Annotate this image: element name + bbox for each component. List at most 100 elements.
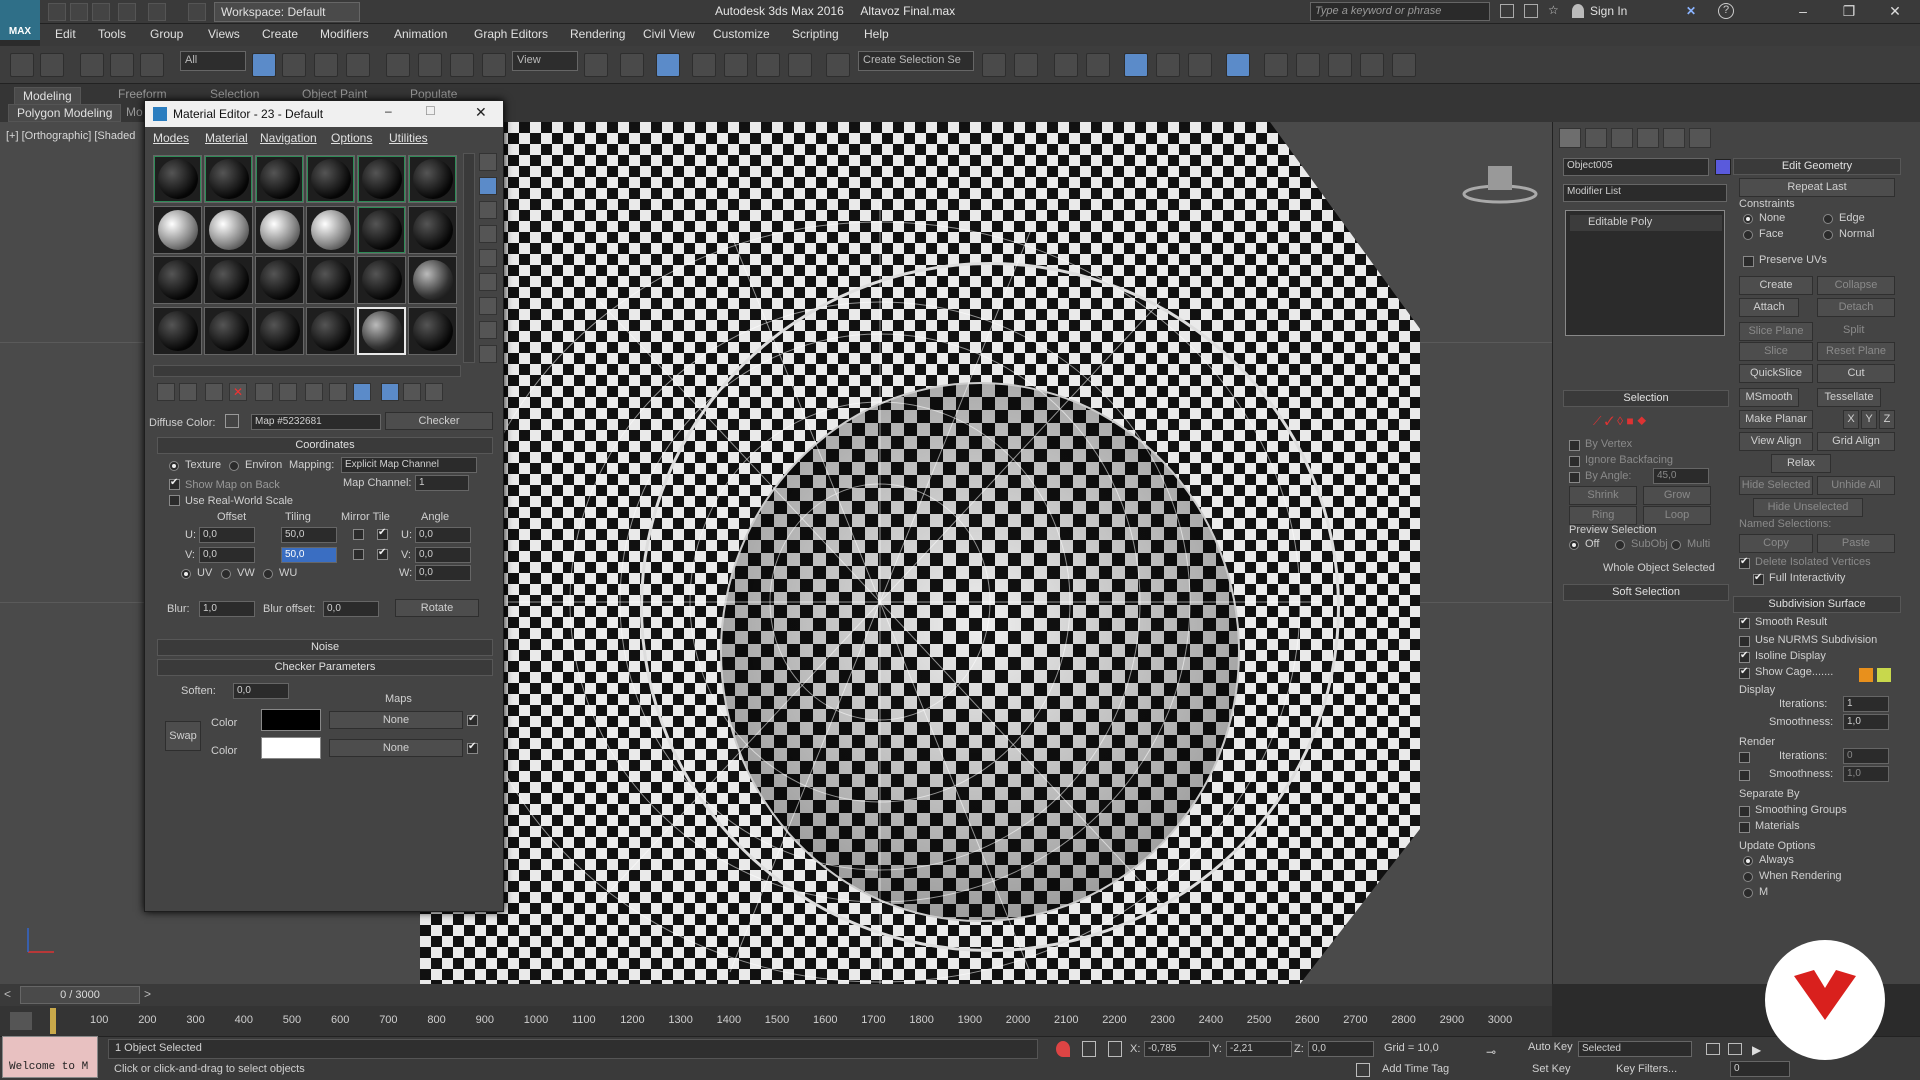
- close-button[interactable]: ✕: [1872, 0, 1918, 24]
- subdivision-surface-rollout-header[interactable]: Subdivision Surface: [1733, 596, 1901, 613]
- ribbon-tab-populate[interactable]: Populate: [410, 87, 457, 101]
- curve-editor-icon[interactable]: [1156, 53, 1180, 77]
- undo-icon[interactable]: [118, 3, 136, 21]
- toggle-scene-explorer-icon[interactable]: [1054, 53, 1078, 77]
- v-tiling-spinner[interactable]: 50,0: [281, 547, 337, 563]
- preserve-uvs-checkbox[interactable]: [1743, 256, 1754, 267]
- v-tile-checkbox[interactable]: [377, 547, 388, 560]
- coordinates-rollout-header[interactable]: Coordinates: [157, 437, 493, 454]
- snaps-toggle-icon[interactable]: [692, 53, 716, 77]
- time-slider[interactable]: < 0 / 3000 >: [0, 984, 1552, 1006]
- maximize-button[interactable]: ☐: [425, 104, 436, 118]
- play-icon[interactable]: ▶: [1752, 1043, 1761, 1057]
- y-coordinate-field[interactable]: -2,21: [1226, 1041, 1292, 1057]
- angle-spinner[interactable]: 45,0: [1653, 468, 1709, 484]
- redo-icon[interactable]: [40, 53, 64, 77]
- selection-filter-dropdown[interactable]: All: [180, 51, 246, 71]
- maxscript-listener[interactable]: Welcome to M: [2, 1036, 98, 1078]
- update-manually-radio[interactable]: [1743, 888, 1753, 898]
- create-button[interactable]: Create: [1739, 276, 1813, 295]
- menu-views[interactable]: Views: [208, 27, 240, 41]
- z-coordinate-field[interactable]: 0,0: [1308, 1041, 1374, 1057]
- subscription-icon[interactable]: [1524, 4, 1538, 18]
- color2-map-button[interactable]: None: [329, 739, 463, 757]
- hide-selected-button[interactable]: Hide Selected: [1739, 476, 1813, 495]
- viewport-label[interactable]: [+] [Orthographic] [Shaded: [6, 130, 135, 142]
- key-filters-button[interactable]: Key Filters...: [1616, 1063, 1677, 1075]
- assign-material-icon[interactable]: [205, 383, 223, 401]
- w-angle-spinner[interactable]: 0,0: [415, 565, 471, 581]
- sample-slot[interactable]: [204, 155, 253, 203]
- grid-align-button[interactable]: Grid Align: [1817, 432, 1895, 451]
- named-selection-dropdown[interactable]: Create Selection Se: [858, 51, 974, 71]
- color1-swatch[interactable]: [261, 709, 321, 731]
- grow-button[interactable]: Grow: [1643, 486, 1711, 505]
- delete-isolated-checkbox[interactable]: [1739, 556, 1750, 569]
- blur-offset-spinner[interactable]: 0,0: [323, 601, 379, 617]
- project-folder-icon[interactable]: [188, 3, 206, 21]
- menu-rendering[interactable]: Rendering: [570, 27, 625, 41]
- keyboard-shortcut-override-icon[interactable]: [656, 53, 680, 77]
- checker-parameters-rollout-header[interactable]: Checker Parameters: [157, 659, 493, 676]
- sample-slot[interactable]: [153, 256, 202, 304]
- stack-item[interactable]: Editable Poly: [1570, 215, 1722, 231]
- menu-modifiers[interactable]: Modifiers: [320, 27, 369, 41]
- move-icon[interactable]: [386, 53, 410, 77]
- modifier-list-dropdown[interactable]: Modifier List: [1563, 184, 1727, 202]
- select-by-material-icon[interactable]: [479, 321, 497, 339]
- undo-icon[interactable]: [10, 53, 34, 77]
- constraint-edge-radio[interactable]: [1823, 214, 1833, 224]
- slice-button[interactable]: Slice: [1739, 342, 1813, 361]
- u-angle-spinner[interactable]: 0,0: [415, 527, 471, 543]
- current-frame-field[interactable]: 0: [1730, 1061, 1790, 1077]
- render-smoothness-checkbox[interactable]: [1739, 770, 1750, 781]
- reset-plane-button[interactable]: Reset Plane: [1817, 342, 1895, 361]
- link-icon[interactable]: [80, 53, 104, 77]
- auto-key-button[interactable]: Auto Key: [1528, 1041, 1573, 1053]
- environ-radio[interactable]: [229, 461, 239, 471]
- edit-geometry-rollout-header[interactable]: Edit Geometry: [1733, 158, 1901, 175]
- object-name-field[interactable]: Object005: [1563, 158, 1709, 176]
- spinner-snap-icon[interactable]: [788, 53, 812, 77]
- update-when-rendering-radio[interactable]: [1743, 872, 1753, 882]
- sample-slot[interactable]: [153, 306, 202, 355]
- ribbon-tab-modeling[interactable]: Modeling: [14, 87, 81, 105]
- search-input[interactable]: Type a keyword or phrase: [1310, 2, 1490, 21]
- menu-graph-editors[interactable]: Graph Editors: [474, 27, 548, 41]
- uv-radio[interactable]: [181, 569, 191, 579]
- put-material-to-scene-icon[interactable]: [179, 383, 197, 401]
- menu-material[interactable]: Material: [205, 131, 248, 145]
- material-editor-window[interactable]: Material Editor - 23 - Default – ☐ ✕ Mod…: [144, 100, 504, 912]
- relax-button[interactable]: Relax: [1771, 454, 1831, 473]
- toggle-ribbon-icon[interactable]: [1124, 53, 1148, 77]
- ring-button[interactable]: Ring: [1569, 506, 1637, 525]
- help-icon[interactable]: ?: [1718, 3, 1734, 19]
- loop-button[interactable]: Loop: [1643, 506, 1711, 525]
- favorites-star-icon[interactable]: ☆: [1548, 3, 1559, 17]
- sample-slot[interactable]: [408, 155, 457, 203]
- sample-slot[interactable]: [255, 155, 304, 203]
- sample-slot[interactable]: [204, 306, 253, 355]
- ribbon-panel-polygon-modeling[interactable]: Polygon Modeling: [8, 104, 122, 122]
- detach-button[interactable]: Detach: [1817, 298, 1895, 317]
- object-color-swatch[interactable]: [1715, 159, 1731, 175]
- select-object-icon[interactable]: [252, 53, 276, 77]
- attach-button[interactable]: Attach: [1739, 298, 1799, 317]
- update-always-radio[interactable]: [1743, 856, 1753, 866]
- save-file-icon[interactable]: [92, 3, 110, 21]
- sample-slot[interactable]: [306, 306, 355, 355]
- redo-icon[interactable]: [148, 3, 166, 21]
- ribbon-panel-modify[interactable]: Mo: [126, 105, 143, 119]
- go-forward-to-sibling-icon[interactable]: [403, 383, 421, 401]
- show-end-result-icon[interactable]: [353, 383, 371, 401]
- sample-slot[interactable]: [408, 256, 457, 304]
- sample-slot[interactable]: [255, 306, 304, 355]
- map-type-button[interactable]: Checker: [385, 412, 493, 430]
- material-id-channel-icon[interactable]: [305, 383, 323, 401]
- set-key-mode-icon[interactable]: ⊸: [1486, 1045, 1508, 1059]
- sample-uv-tiling-icon[interactable]: [479, 225, 497, 243]
- texture-radio[interactable]: [169, 461, 179, 471]
- color2-swatch[interactable]: [261, 737, 321, 759]
- make-unique-icon[interactable]: [255, 383, 273, 401]
- v-angle-spinner[interactable]: 0,0: [415, 547, 471, 563]
